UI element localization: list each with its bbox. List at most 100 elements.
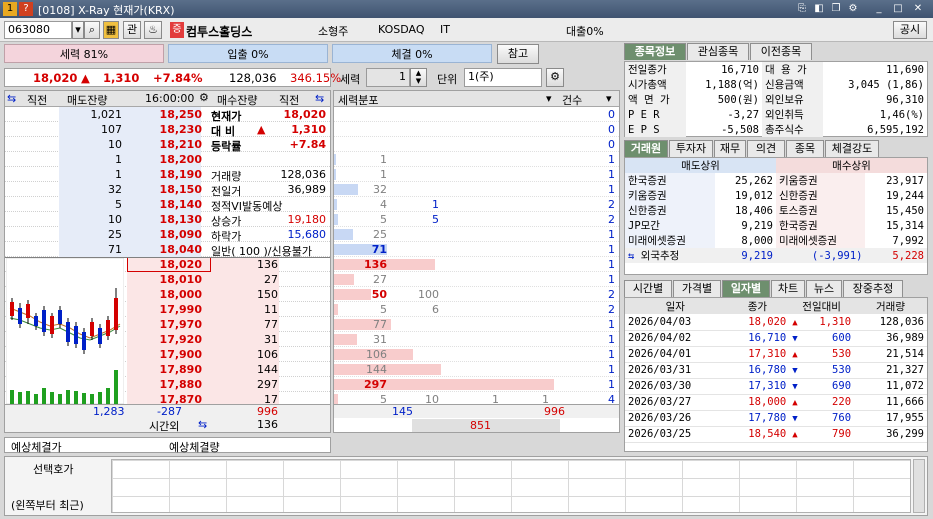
calendar-icon[interactable]: ▦ (103, 21, 119, 39)
screenshot-icon[interactable]: ◧ (812, 2, 826, 16)
gear-icon[interactable]: ⚙ (846, 2, 860, 16)
scrollbar[interactable] (913, 459, 925, 513)
force-input[interactable]: 1 (366, 68, 410, 87)
public-notice-button[interactable]: 공시 (893, 21, 927, 39)
count-dropdown-icon[interactable]: ▾ (606, 92, 612, 105)
ask-row[interactable]: 1 18,200 (5, 152, 330, 167)
tab-daily_tabs-2[interactable]: 일자별 (722, 280, 770, 297)
daily-row[interactable]: 2026/04/02 16,710 ▼ 600 36,989 (625, 330, 927, 347)
sell-broker: JP모간 (625, 218, 715, 233)
total-diff: -287 (157, 405, 182, 418)
ask-row[interactable]: 71 18,040 일반( 100 )/신용불가 (5, 242, 330, 258)
bid-price[interactable]: 17,890 (160, 363, 202, 376)
sell-broker: 한국증권 (625, 173, 715, 188)
unit-select[interactable]: 1(주) (464, 68, 542, 87)
expected-volume-label: 예상체결량 (169, 441, 220, 454)
bid-price[interactable]: 17,900 (160, 348, 202, 361)
bid-price[interactable]: 18,010 (160, 273, 202, 286)
favorite-button[interactable]: 관 (123, 21, 141, 39)
unit-label: 단위 (437, 73, 458, 86)
buy-amount: 15,450 (886, 204, 924, 217)
tab-daily_tabs-1[interactable]: 가격별 (673, 280, 721, 297)
broker-row[interactable]: 미래에셋증권 8,000 미래에셋증권 7,992 (625, 233, 927, 248)
daily-row[interactable]: 2026/03/25 18,540 ▲ 790 36,299 (625, 426, 927, 443)
broker-row[interactable]: 키움증권 19,012 신한증권 19,244 (625, 188, 927, 203)
ask-price[interactable]: 18,040 (160, 243, 202, 256)
force-count: 1 (608, 243, 615, 256)
tab-info_tabs-0[interactable]: 종목정보 (624, 43, 686, 60)
daily-row[interactable]: 2026/03/31 16,780 ▼ 530 21,327 (625, 362, 927, 379)
pin-icon[interactable]: ⎘ (795, 2, 809, 16)
stock-code-input[interactable]: 063080 (4, 21, 72, 39)
tab-broker_tabs-0[interactable]: 거래원 (624, 140, 668, 157)
tab-broker_tabs-1[interactable]: 투자자 (669, 140, 713, 157)
tab-broker_tabs-2[interactable]: 재무 (714, 140, 746, 157)
ask-row[interactable]: 32 18,150 전일거 36,989 (5, 182, 330, 198)
daily-volume: 36,989 (854, 330, 927, 347)
maximize-icon[interactable]: □ (891, 2, 905, 16)
copy-icon[interactable]: ❐ (829, 2, 843, 16)
daily-row[interactable]: 2026/03/27 18,000 ▲ 220 11,666 (625, 394, 927, 411)
tab-daily_tabs-0[interactable]: 시간별 (624, 280, 672, 297)
daily-row[interactable]: 2026/03/30 17,310 ▼ 690 11,072 (625, 378, 927, 395)
ask-row[interactable]: 5 18,140 정적VI발동예상 (5, 197, 330, 213)
swap-icon[interactable]: ⇆ (628, 250, 634, 262)
bid-price[interactable]: 17,990 (160, 303, 202, 316)
force-spinner[interactable]: ▲ ▼ (410, 68, 427, 87)
tab-daily_tabs-5[interactable]: 장중추정 (843, 280, 903, 297)
bid-volume: 297 (257, 378, 278, 391)
force-dropdown-icon[interactable]: ▾ (546, 92, 552, 105)
ask-row[interactable]: 1 18,190 거래량 128,036 (5, 167, 330, 183)
broker-row[interactable]: 한국증권 25,262 키움증권 23,917 (625, 173, 927, 188)
broker-row[interactable]: JP모간 9,219 한국증권 15,314 (625, 218, 927, 233)
force-count: 1 (608, 318, 615, 331)
tab-daily_tabs-4[interactable]: 뉴스 (806, 280, 842, 297)
stamp-icon[interactable]: ♨ (144, 21, 162, 39)
dropdown-button[interactable]: ▾ (72, 21, 84, 39)
tab-info_tabs-2[interactable]: 이전종목 (750, 43, 812, 60)
tab-daily_tabs-3[interactable]: 차트 (771, 280, 805, 297)
help-icon[interactable]: ? (19, 2, 33, 16)
ask-row[interactable]: 107 18,230 대 비 ▲ 1,310 (5, 122, 330, 138)
bid-price[interactable]: 18,020 (160, 258, 202, 271)
daily-row[interactable]: 2026/04/03 18,020 ▲ 1,310 128,036 (625, 314, 927, 331)
scroll-right-icon[interactable]: ⇆ (315, 92, 324, 105)
ask-row[interactable]: 10 18,130 상승가 19,180 (5, 212, 330, 228)
header-prev2: 직전 (279, 94, 300, 107)
tab-info_tabs-1[interactable]: 관심종목 (687, 43, 749, 60)
bid-price[interactable]: 17,880 (160, 378, 202, 391)
ask-price[interactable]: 18,130 (160, 213, 202, 226)
stock-info-value: 1,46(%) (879, 108, 924, 121)
daily-row[interactable]: 2026/04/01 17,310 ▲ 530 21,514 (625, 346, 927, 363)
ask-price[interactable]: 18,200 (160, 153, 202, 166)
ask-row[interactable]: 25 18,090 하락가 15,680 (5, 227, 330, 243)
gear-icon[interactable]: ⚙ (546, 68, 564, 87)
minimize-icon[interactable]: _ (872, 2, 886, 16)
search-icon[interactable]: ⌕ (84, 21, 100, 39)
ask-price[interactable]: 18,190 (160, 168, 202, 181)
tab-broker_tabs-4[interactable]: 종목 (786, 140, 824, 157)
tab-broker_tabs-5[interactable]: 체결강도 (825, 140, 879, 157)
daily-row[interactable]: 2026/03/26 17,780 ▼ 760 17,955 (625, 410, 927, 427)
bid-price[interactable]: 18,000 (160, 288, 202, 301)
bid-volume: 144 (257, 363, 278, 376)
ask-row[interactable]: 10 18,210 등락률 +7.84 (5, 137, 330, 153)
ask-price[interactable]: 18,140 (160, 198, 202, 211)
close-icon[interactable]: ✕ (911, 2, 925, 16)
ask-price[interactable]: 18,250 (160, 108, 202, 121)
broker-row[interactable]: 신한증권 18,406 토스증권 15,450 (625, 203, 927, 218)
ask-price[interactable]: 18,090 (160, 228, 202, 241)
buy-broker: 미래에셋증권 (775, 233, 866, 248)
bid-price[interactable]: 17,920 (160, 333, 202, 346)
scroll-left-icon[interactable]: ⇆ (7, 92, 16, 105)
ask-price[interactable]: 18,150 (160, 183, 202, 196)
bid-price[interactable]: 17,970 (160, 318, 202, 331)
ask-price[interactable]: 18,210 (160, 138, 202, 151)
ask-row[interactable]: 1,021 18,250 현재가 18,020 (5, 107, 330, 123)
gear-icon[interactable]: ⚙ (199, 91, 209, 104)
stock-info-table: 전일종가 16,710 대 용 가 11,690 시가총액 1,188(억) 신용금액 3,0… (625, 62, 927, 137)
reference-button[interactable]: 참고 (497, 44, 539, 64)
ask-price[interactable]: 18,230 (160, 123, 202, 136)
swap-icon[interactable]: ⇆ (198, 418, 207, 431)
tab-broker_tabs-3[interactable]: 의견 (747, 140, 785, 157)
